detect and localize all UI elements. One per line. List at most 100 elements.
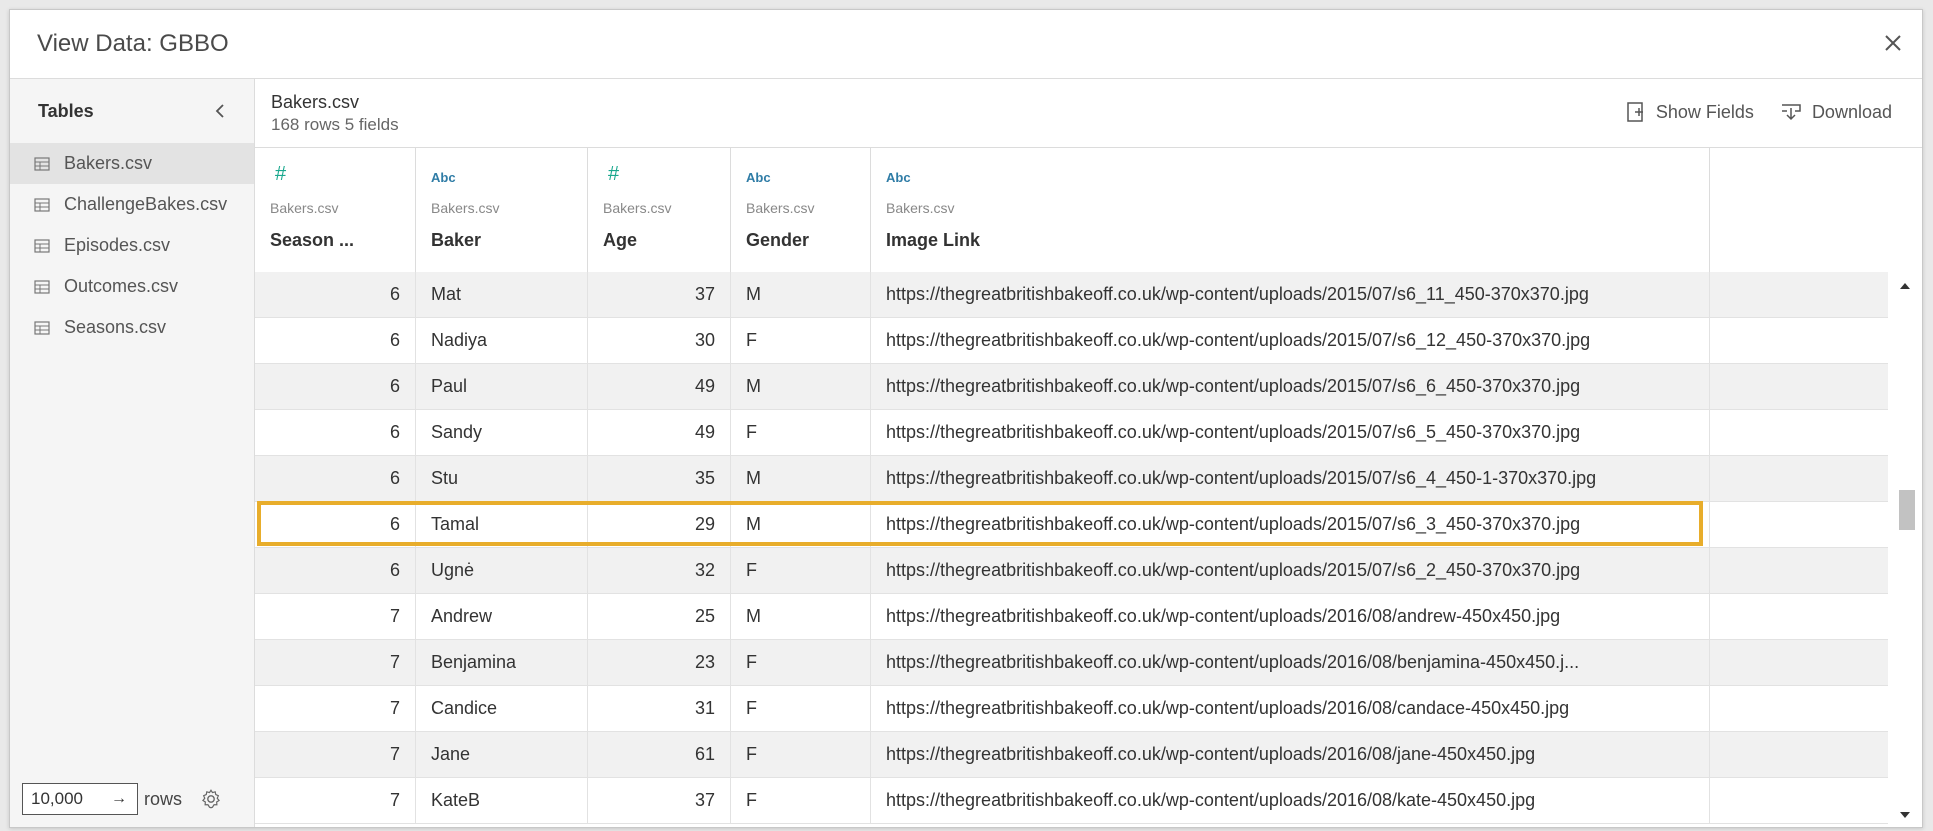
empty-cell (1710, 272, 1901, 317)
download-button[interactable]: Download (1780, 101, 1892, 123)
table-row[interactable]: 6 Paul 49 Mhttps://thegreatbritishbakeoff.c… (255, 364, 1901, 410)
season-cell: 7 (255, 778, 416, 823)
age-cell: 49 (588, 410, 731, 455)
link-cell: https://thegreatbritishbakeoff.co.uk/wp-… (871, 548, 1710, 593)
table-item[interactable]: Bakers.csv (10, 143, 254, 184)
vertical-scrollbar[interactable] (1888, 272, 1922, 827)
tables-sidebar: Tables Bakers.csv ChallengeBakes.csv Episo… (10, 79, 255, 827)
column-source: Bakers.csv (746, 200, 815, 216)
season-cell: 7 (255, 732, 416, 777)
baker-cell: Andrew (416, 594, 588, 639)
table-row[interactable]: 6 Mat 37 Mhttps://thegreatbritishbakeoff.co… (255, 272, 1901, 318)
table-item[interactable]: Episodes.csv (10, 225, 254, 266)
gender-cell: F (731, 686, 871, 731)
table-item[interactable]: Seasons.csv (10, 307, 254, 348)
age-cell: 29 (588, 502, 731, 547)
empty-cell (1710, 686, 1901, 731)
gender-cell: M (731, 456, 871, 501)
table-row[interactable]: 6 Tamal 29 Mhttps://thegreatbritishbakeoff.… (255, 501, 1901, 548)
scroll-down-button[interactable] (1888, 805, 1922, 827)
gender-cell: F (731, 778, 871, 823)
table-item-label: Seasons.csv (64, 317, 167, 337)
table-row[interactable]: 7 Candice 31 Fhttps://thegreatbritishbakeof… (255, 686, 1901, 732)
number-type-icon: # (608, 163, 620, 185)
string-type-icon: Abc (886, 170, 911, 185)
season-cell: 6 (255, 318, 416, 363)
baker-cell: Paul (416, 364, 588, 409)
table-icon (34, 197, 50, 212)
column-source: Bakers.csv (270, 200, 339, 216)
gender-cell: F (731, 640, 871, 685)
column-header[interactable]: Abc Bakers.csv Baker (416, 148, 588, 272)
table-row[interactable]: 7 Jane 61 Fhttps://thegreatbritishbakeoff.c… (255, 732, 1901, 778)
download-icon (1781, 104, 1801, 121)
empty-cell (1710, 732, 1901, 777)
string-type-icon: Abc (746, 170, 771, 185)
table-row[interactable]: 6 Stu 35 Mhttps://thegreatbritishbakeoff.co… (255, 456, 1901, 502)
rows-label: rows (144, 788, 183, 809)
file-name: Bakers.csv (271, 92, 360, 112)
column-name: Age (603, 230, 638, 250)
empty-cell (1710, 410, 1901, 455)
gender-cell: F (731, 548, 871, 593)
age-cell: 35 (588, 456, 731, 501)
empty-cell (1710, 502, 1901, 547)
sidebar-header: Tables (10, 79, 254, 143)
age-cell: 25 (588, 594, 731, 639)
table-row[interactable]: 6 Nadiya 30 Fhttps://thegreatbritishbakeoff… (255, 318, 1901, 364)
table-row[interactable]: 7 KateB 37 Fhttps://thegreatbritishbakeoff.… (255, 778, 1901, 824)
column-header[interactable]: # Bakers.csv Age (588, 148, 731, 272)
column-source: Bakers.csv (603, 200, 672, 216)
rows-limit-value: 10,000 (31, 789, 83, 808)
scrollbar-thumb[interactable] (1899, 490, 1915, 530)
show-fields-button[interactable]: Show Fields (1626, 101, 1754, 123)
column-header[interactable]: Abc Bakers.csv Image Link (871, 148, 1710, 272)
baker-cell: Ugnė (416, 548, 588, 593)
gender-cell: F (731, 318, 871, 363)
table-row[interactable]: 6 Sandy 49 Fhttps://thegreatbritishbakeoff.… (255, 410, 1901, 456)
column-header[interactable]: # Bakers.csv Season ... (255, 148, 416, 272)
link-cell: https://thegreatbritishbakeoff.co.uk/wp-… (871, 686, 1710, 731)
season-cell: 7 (255, 594, 416, 639)
column-header[interactable]: Abc Bakers.csv Gender (731, 148, 871, 272)
season-cell: 6 (255, 364, 416, 409)
table-row[interactable]: 7 Benjamina 23 Fhttps://thegreatbritishbake… (255, 640, 1901, 686)
column-header-row: # Bakers.csv Season ... Abc Bakers.csv Baker #… (255, 148, 1710, 273)
baker-cell: Tamal (416, 502, 588, 547)
age-cell: 23 (588, 640, 731, 685)
rows-limit-input[interactable]: 10,000 → (22, 783, 138, 815)
gender-cell: M (731, 364, 871, 409)
link-cell: https://thegreatbritishbakeoff.co.uk/wp-… (871, 778, 1710, 823)
season-cell: 6 (255, 410, 416, 455)
table-icon (34, 238, 50, 253)
table-item[interactable]: ChallengeBakes.csv (10, 184, 254, 225)
data-panel: Bakers.csv 168 rows 5 fields Show Fields… (255, 79, 1922, 827)
link-cell: https://thegreatbritishbakeoff.co.uk/wp-… (871, 456, 1710, 501)
collapse-sidebar-button[interactable] (210, 101, 230, 121)
close-button[interactable] (1878, 28, 1908, 58)
scroll-up-button[interactable] (1888, 274, 1922, 296)
baker-cell: Benjamina (416, 640, 588, 685)
show-fields-icon (1627, 102, 1643, 122)
table-item-label: Bakers.csv (64, 153, 153, 173)
column-source: Bakers.csv (886, 200, 955, 216)
table-item[interactable]: Outcomes.csv (10, 266, 254, 307)
table-item-label: Episodes.csv (64, 235, 171, 255)
table-item-label: Outcomes.csv (64, 276, 179, 296)
data-panel-header: Bakers.csv 168 rows 5 fields Show Fields… (255, 79, 1922, 148)
gender-cell: F (731, 732, 871, 777)
empty-cell (1710, 640, 1901, 685)
caret-down-icon (1900, 812, 1910, 818)
link-cell: https://thegreatbritishbakeoff.co.uk/wp-… (871, 410, 1710, 455)
table-item-label: ChallengeBakes.csv (64, 194, 228, 214)
table-row[interactable]: 6 Ugnė 32 Fhttps://thegreatbritishbakeoff.c… (255, 548, 1901, 594)
dialog-title: View Data: GBBO (37, 30, 229, 57)
gear-icon[interactable] (200, 788, 222, 810)
gender-cell: M (731, 272, 871, 317)
gender-cell: M (731, 594, 871, 639)
table-row[interactable]: 7 Andrew 25 Mhttps://thegreatbritishbakeoff… (255, 594, 1901, 640)
link-cell: https://thegreatbritishbakeoff.co.uk/wp-… (871, 318, 1710, 363)
download-label: Download (1811, 101, 1892, 122)
link-cell: https://thegreatbritishbakeoff.co.uk/wp-… (871, 364, 1710, 409)
view-data-dialog: View Data: GBBO Tables Bakers.csv Challen… (9, 9, 1923, 828)
